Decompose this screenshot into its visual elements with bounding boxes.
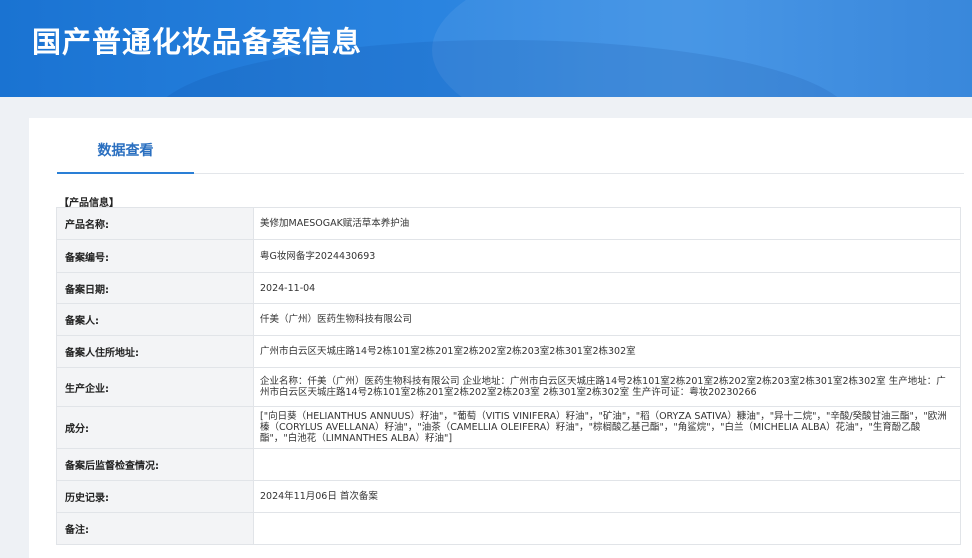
row-value: 2024-11-04 [253, 272, 961, 304]
row-value: 企业名称：仟美（广州）医药生物科技有限公司 企业地址：广州市白云区天城庄路14号… [253, 367, 961, 407]
row-label: 备案后监督检查情况: [56, 448, 254, 481]
row-value: 美修加MAESOGAK赋活草本养护油 [253, 207, 961, 240]
page-header: 国产普通化妆品备案信息 [0, 0, 972, 97]
table-row: 成分: ["向日葵（HELIANTHUS ANNUUS）籽油"，"葡萄（VITI… [56, 406, 961, 449]
tab-data-view[interactable]: 数据查看 [57, 118, 194, 174]
table-row: 历史记录: 2024年11月06日 首次备案 [56, 480, 961, 513]
tab-bar: 数据查看 [57, 118, 964, 174]
table-row: 备注: [56, 512, 961, 545]
table-row: 备案日期: 2024-11-04 [56, 272, 961, 304]
page-title: 国产普通化妆品备案信息 [32, 25, 363, 59]
row-label: 生产企业: [56, 367, 254, 407]
row-value: 广州市白云区天城庄路14号2栋101室2栋201室2栋202室2栋203室2栋3… [253, 335, 961, 368]
row-label: 备案编号: [56, 239, 254, 273]
row-value: 2024年11月06日 首次备案 [253, 480, 961, 513]
row-label: 备案日期: [56, 272, 254, 304]
table-row: 备案后监督检查情况: [56, 448, 961, 481]
row-label: 备案人住所地址: [56, 335, 254, 368]
table-row: 生产企业: 企业名称：仟美（广州）医药生物科技有限公司 企业地址：广州市白云区天… [56, 367, 961, 407]
row-value [253, 512, 961, 545]
row-label: 备案人: [56, 303, 254, 336]
product-info-table: 产品名称: 美修加MAESOGAK赋活草本养护油 备案编号: 粤G妆网备字202… [56, 207, 961, 545]
table-row: 产品名称: 美修加MAESOGAK赋活草本养护油 [56, 207, 961, 240]
content-card: 数据查看 【产品信息】 产品名称: 美修加MAESOGAK赋活草本养护油 备案编… [29, 118, 972, 558]
table-row: 备案人住所地址: 广州市白云区天城庄路14号2栋101室2栋201室2栋202室… [56, 335, 961, 368]
row-value: 粤G妆网备字2024430693 [253, 239, 961, 273]
row-label: 历史记录: [56, 480, 254, 513]
table-row: 备案人: 仟美（广州）医药生物科技有限公司 [56, 303, 961, 336]
table-row: 备案编号: 粤G妆网备字2024430693 [56, 239, 961, 273]
row-value: 仟美（广州）医药生物科技有限公司 [253, 303, 961, 336]
row-value [253, 448, 961, 481]
row-label: 备注: [56, 512, 254, 545]
row-label: 产品名称: [56, 207, 254, 240]
row-label: 成分: [56, 406, 254, 449]
row-value: ["向日葵（HELIANTHUS ANNUUS）籽油"，"葡萄（VITIS VI… [253, 406, 961, 449]
